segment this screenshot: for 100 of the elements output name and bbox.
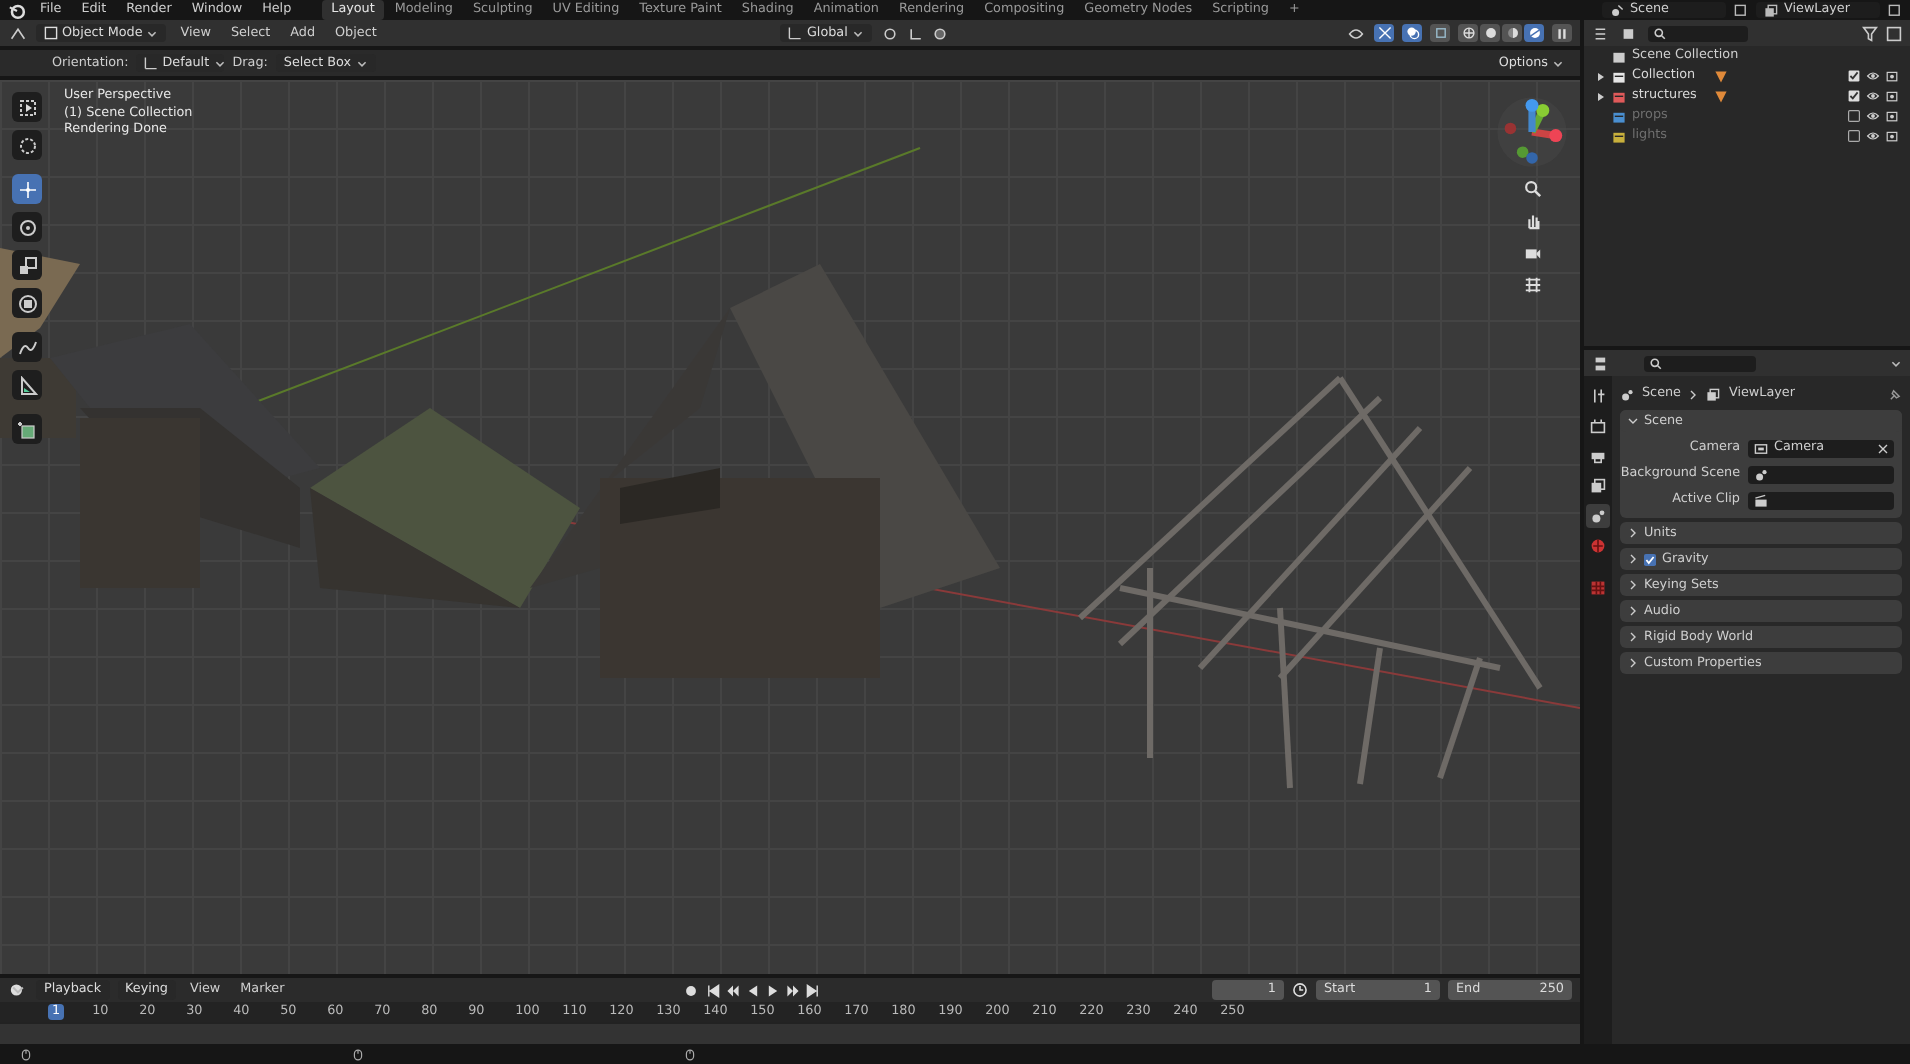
render-icon: [1590, 418, 1606, 434]
material-shading-icon: [1505, 26, 1519, 40]
zoom-button[interactable]: [1520, 176, 1544, 200]
camera-icon[interactable]: [1886, 90, 1898, 102]
pause-icon: [1556, 27, 1568, 39]
camera-icon: [1754, 441, 1768, 455]
rotate-tool-button[interactable]: [12, 212, 42, 242]
collection-grid-icon: [1590, 580, 1606, 596]
overlay-icon: [1405, 26, 1419, 40]
transform-tool-button[interactable]: [12, 288, 42, 318]
shading-mode-button[interactable]: [1480, 24, 1500, 42]
chevron-icon: [1688, 389, 1699, 399]
snap-icon[interactable]: [907, 25, 924, 41]
scene-icon: [1590, 508, 1606, 524]
tool-icon: [1590, 388, 1606, 404]
exclude-checkbox-icon[interactable]: [1848, 110, 1860, 122]
shading-mode-button[interactable]: [1502, 24, 1522, 42]
pause-render-button[interactable]: [1552, 24, 1572, 42]
cursor-tool-button[interactable]: [12, 130, 42, 160]
new-collection-icon[interactable]: [1886, 25, 1902, 41]
mouse-icon: [684, 1047, 696, 1061]
zoom-icon: [1523, 179, 1541, 197]
checkbox-icon[interactable]: [1644, 553, 1656, 565]
search-field[interactable]: [1648, 25, 1748, 41]
eye-icon[interactable]: [1866, 130, 1880, 142]
add-cube-tool-button[interactable]: [12, 414, 42, 444]
proportional-edit-icon[interactable]: [931, 25, 948, 41]
timeline-editor-icon[interactable]: [8, 982, 28, 998]
chevron-icon: [1628, 554, 1638, 564]
axes-icon: [788, 26, 803, 40]
camera-icon[interactable]: [1886, 110, 1898, 122]
new-view-layer-icon[interactable]: [1888, 3, 1902, 17]
pin-icon[interactable]: [1888, 387, 1902, 401]
visibility-icon[interactable]: [1346, 25, 1366, 41]
scale-tool-button[interactable]: [12, 250, 42, 280]
eye-icon[interactable]: [1866, 110, 1880, 122]
chevron-icon: [1628, 632, 1638, 642]
pen-stroke-icon: [17, 337, 37, 357]
search-icon: [1654, 27, 1666, 39]
chevron-icon: [1628, 658, 1638, 668]
ruler-icon: [17, 375, 37, 395]
scene-icon: [1610, 3, 1624, 17]
camera-icon[interactable]: [1886, 130, 1898, 142]
shading-mode-button[interactable]: [1458, 24, 1478, 42]
clear-icon[interactable]: [1878, 443, 1888, 453]
chevron-icon: [1628, 580, 1638, 590]
exclude-checkbox-icon[interactable]: [1848, 90, 1860, 102]
overlay-toggle-button[interactable]: [1402, 24, 1422, 42]
editor-type-icon[interactable]: [8, 25, 28, 41]
perspective-toggle-button[interactable]: [1520, 272, 1544, 296]
search-field[interactable]: [1644, 355, 1756, 371]
jump-start-icon[interactable]: [705, 983, 720, 997]
jump-keyframe-back-icon[interactable]: [725, 983, 740, 997]
eye-icon[interactable]: [1866, 90, 1880, 102]
exclude-checkbox-icon[interactable]: [1848, 130, 1860, 142]
new-scene-icon[interactable]: [1734, 3, 1748, 17]
navigation-gizmo-icon[interactable]: [1496, 96, 1568, 168]
active-clip-field[interactable]: [1748, 491, 1894, 509]
view-layer-icon: [1590, 478, 1606, 494]
select-tool-button[interactable]: [12, 92, 42, 122]
clip-icon: [1754, 493, 1768, 507]
filter-icon[interactable]: [1862, 25, 1878, 41]
scene-icon: [1620, 387, 1634, 401]
view-layer-properties-tab[interactable]: [1586, 474, 1610, 498]
chevron-icon: [1628, 528, 1638, 538]
move-tool-button[interactable]: [12, 174, 42, 204]
caret-icon: [213, 57, 226, 69]
measure-tool-button[interactable]: [12, 370, 42, 400]
jump-end-icon[interactable]: [805, 983, 820, 997]
shading-mode-button[interactable]: [1524, 24, 1544, 42]
collection-icon: [1612, 49, 1626, 63]
chevron-icon: [1628, 606, 1638, 616]
object-mode-icon: [44, 26, 58, 40]
jump-keyframe-forward-icon[interactable]: [785, 983, 800, 997]
gizmo-icon: [1377, 26, 1391, 40]
axes-icon: [144, 56, 159, 70]
view-layer-icon: [1706, 387, 1721, 401]
pivot-point-icon[interactable]: [879, 25, 900, 41]
hand-icon: [1523, 211, 1541, 229]
render-properties-tab[interactable]: [1586, 414, 1610, 438]
clock-icon[interactable]: [1292, 982, 1308, 998]
background-scene-field[interactable]: [1748, 465, 1894, 483]
gizmo-toggle-button[interactable]: [1374, 24, 1394, 42]
world-icon: [1590, 538, 1606, 554]
xray-toggle-button[interactable]: [1430, 24, 1450, 42]
scale-icon: [17, 255, 37, 275]
caret-icon[interactable]: [1890, 357, 1902, 369]
play-reverse-icon[interactable]: [745, 983, 760, 997]
exclude-checkbox-icon[interactable]: [1848, 70, 1860, 82]
annotate-tool-button[interactable]: [12, 332, 42, 362]
scene-properties-tab[interactable]: [1586, 504, 1610, 528]
blender-logo-icon[interactable]: [8, 1, 26, 19]
rendered-shading-icon: [1527, 26, 1541, 40]
cursor-icon: [17, 135, 37, 155]
collection-properties-tab[interactable]: [1586, 576, 1610, 600]
eye-icon[interactable]: [1866, 70, 1880, 82]
play-icon[interactable]: [765, 983, 780, 997]
camera-icon[interactable]: [1886, 70, 1898, 82]
keyframe-record-icon[interactable]: [683, 983, 698, 997]
mouse-icon: [20, 1047, 32, 1061]
